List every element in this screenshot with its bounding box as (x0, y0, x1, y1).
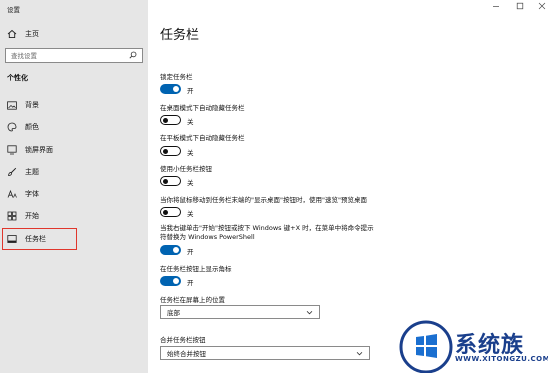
sidebar-item-background[interactable]: 背景 (7, 97, 143, 113)
sidebar-item-label: 任务栏 (25, 235, 46, 243)
theme-brush-icon (7, 167, 17, 177)
minimize-icon[interactable] (490, 2, 502, 12)
sidebar-item-label: 字体 (25, 190, 39, 198)
lock-screen-icon (7, 145, 17, 155)
toggle-peek[interactable] (160, 207, 181, 217)
combine-buttons-select[interactable]: 始终合并按钮 (160, 346, 370, 360)
toggle-autohide-desktop[interactable] (160, 115, 181, 125)
setting-label-small-buttons: 使用小任务栏按钮 (160, 165, 212, 173)
page-title: 任务栏 (160, 28, 200, 43)
chevron-down-icon (306, 309, 313, 316)
toggle-autohide-tablet[interactable] (160, 146, 181, 156)
watermark-url: WWW.XITONGZU.COM (455, 355, 548, 363)
sidebar-item-label: 颜色 (25, 123, 39, 131)
font-icon (7, 189, 17, 199)
sidebar-item-taskbar[interactable]: 任务栏 (2, 228, 77, 250)
toggle-lock-taskbar[interactable] (160, 84, 181, 94)
home-icon (7, 29, 17, 39)
toggle-state-text: 开 (187, 279, 194, 287)
maximize-icon[interactable] (514, 2, 526, 12)
taskbar-position-select[interactable]: 底部 (160, 305, 320, 319)
sidebar-item-colors[interactable]: 颜色 (7, 119, 143, 135)
app-title: 设置 (7, 6, 20, 14)
main-panel: 任务栏 锁定任务栏 开 在桌面模式下自动隐藏任务栏 关 在平板模式下自动隐藏任务… (148, 0, 548, 373)
sidebar-item-fonts[interactable]: 字体 (7, 186, 143, 202)
windows-logo-icon (399, 320, 453, 374)
start-grid-icon (7, 211, 17, 221)
toggle-state-text: 开 (187, 87, 194, 95)
palette-icon (7, 122, 17, 132)
sidebar-item-start[interactable]: 开始 (7, 208, 143, 224)
image-icon (7, 100, 17, 110)
search-input[interactable] (11, 51, 121, 60)
select-value: 始终合并按钮 (167, 350, 206, 358)
setting-label-peek: 当你将鼠标移动到任务栏末端的"显示桌面"按钮时，使用"速览"预览桌面 (160, 196, 367, 204)
setting-label-position: 任务栏在屏幕上的位置 (160, 296, 225, 304)
setting-label-powershell: 当我右键单击"开始"按钮或按下 Windows 键+X 时，在菜单中将命令提示符… (160, 224, 374, 241)
toggle-state-text: 开 (187, 248, 194, 256)
setting-label-lock-taskbar: 锁定任务栏 (160, 73, 193, 81)
sidebar-item-label: 主页 (25, 30, 39, 38)
sidebar-item-label: 主题 (25, 168, 39, 176)
sidebar: 设置 主页 个性化 背景 颜色 锁屏界面 主题 (0, 0, 148, 373)
setting-label-autohide-desktop: 在桌面模式下自动隐藏任务栏 (160, 104, 245, 112)
toggle-powershell[interactable] (160, 245, 181, 255)
select-value: 底部 (167, 309, 180, 317)
toggle-badges[interactable] (160, 276, 181, 286)
toggle-state-text: 关 (187, 210, 194, 218)
setting-label-badges: 在任务栏按钮上显示角标 (160, 265, 232, 273)
sidebar-item-label: 锁屏界面 (25, 146, 53, 154)
search-box[interactable] (5, 48, 143, 63)
chevron-down-icon (356, 350, 363, 357)
toggle-state-text: 关 (187, 118, 194, 126)
sidebar-item-lock-screen[interactable]: 锁屏界面 (7, 142, 143, 158)
close-icon[interactable] (536, 2, 548, 12)
setting-label-combine: 合并任务栏按钮 (160, 336, 206, 344)
setting-label-autohide-tablet: 在平板模式下自动隐藏任务栏 (160, 134, 245, 142)
toggle-state-text: 关 (187, 149, 194, 157)
sidebar-item-themes[interactable]: 主题 (7, 164, 143, 180)
toggle-small-buttons[interactable] (160, 176, 181, 186)
sidebar-item-home[interactable]: 主页 (7, 27, 143, 41)
section-title: 个性化 (7, 74, 28, 82)
sidebar-item-label: 背景 (25, 101, 39, 109)
sidebar-item-label: 开始 (25, 212, 39, 220)
toggle-state-text: 关 (187, 179, 194, 187)
search-icon[interactable] (129, 51, 137, 61)
taskbar-icon (7, 234, 17, 244)
